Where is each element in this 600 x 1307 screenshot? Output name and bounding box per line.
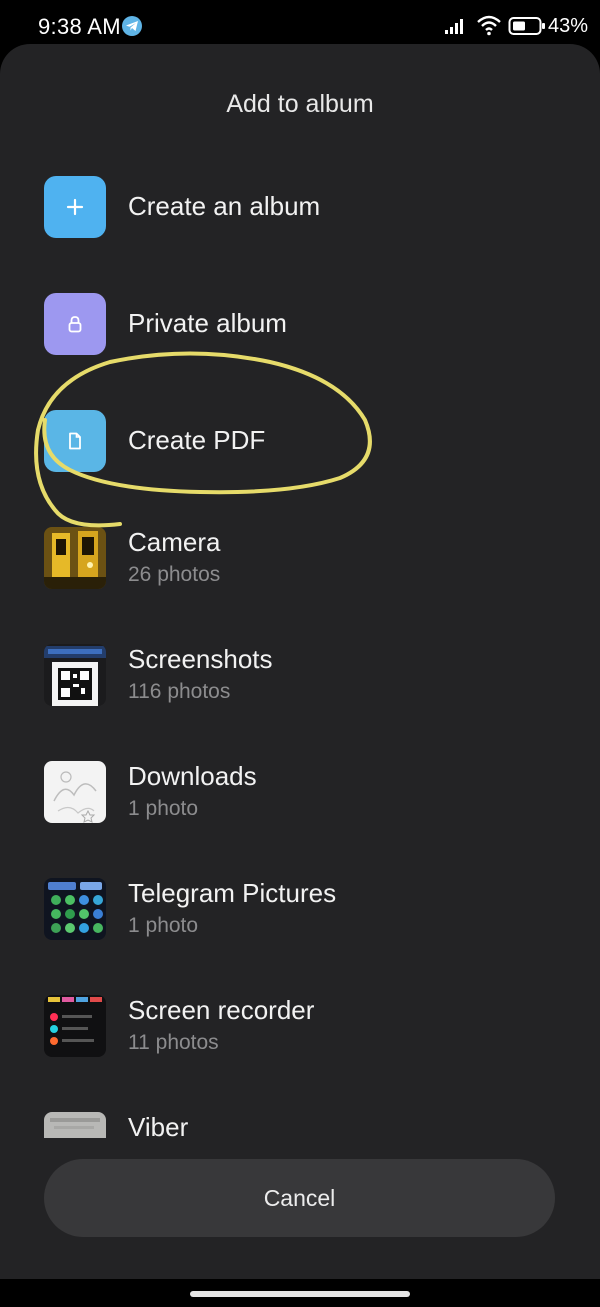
battery-percentage: 43% (548, 15, 589, 37)
create-album-tile (44, 176, 106, 238)
viber-thumbnail (44, 1112, 106, 1138)
album-count: 116 photos (128, 680, 231, 703)
create-pdf-item[interactable]: Create PDF (44, 410, 564, 474)
lock-icon (68, 316, 82, 333)
album-name: Screen recorder (128, 995, 315, 1025)
plus-icon (66, 198, 84, 216)
album-name: Camera (128, 527, 221, 557)
document-icon (69, 432, 81, 450)
camera-thumbnail (44, 527, 106, 589)
sheet-title: Add to album (226, 90, 374, 118)
status-time: 9:38 AM (38, 14, 121, 39)
navigation-bar (0, 1279, 600, 1307)
album-name: Screenshots (128, 644, 273, 674)
downloads-thumbnail (44, 761, 106, 823)
signal-icon (445, 19, 463, 34)
album-item-screen-recorder[interactable]: Screen recorder 11 photos (44, 995, 564, 1059)
album-count: 1 photo (128, 914, 199, 937)
battery-icon (508, 17, 545, 35)
wifi-icon (477, 15, 501, 36)
create-pdf-tile (44, 410, 106, 472)
album-item-screenshots[interactable]: Screenshots 116 photos (44, 644, 564, 708)
screenshots-thumbnail (44, 644, 106, 706)
add-to-album-sheet: Add to album Create an album Private alb… (0, 44, 600, 1279)
create-album-label: Create an album (128, 191, 321, 221)
album-name: Viber (128, 1112, 189, 1142)
create-album-item[interactable]: Create an album (44, 176, 564, 240)
telegram-pictures-thumbnail (44, 878, 106, 940)
album-item-downloads[interactable]: Downloads 1 photo (44, 761, 564, 825)
private-album-tile (44, 293, 106, 355)
private-album-label: Private album (128, 308, 287, 338)
album-name: Downloads (128, 761, 257, 791)
album-item-telegram-pictures[interactable]: Telegram Pictures 1 photo (44, 878, 564, 942)
album-count: 1 photo (128, 797, 199, 820)
album-count: 11 photos (128, 1031, 219, 1054)
phone-screen: 9:38 AM 43% Add to album Create an album… (0, 0, 600, 1307)
telegram-icon (122, 16, 142, 36)
private-album-item[interactable]: Private album (44, 293, 564, 357)
album-name: Telegram Pictures (128, 878, 337, 908)
album-item-camera[interactable]: Camera 26 photos (44, 527, 564, 591)
screen-recorder-thumbnail (44, 995, 106, 1057)
album-count: 26 photos (128, 563, 221, 586)
home-indicator[interactable] (190, 1291, 410, 1297)
cancel-button[interactable]: Cancel (44, 1159, 555, 1237)
create-pdf-label: Create PDF (128, 425, 266, 455)
